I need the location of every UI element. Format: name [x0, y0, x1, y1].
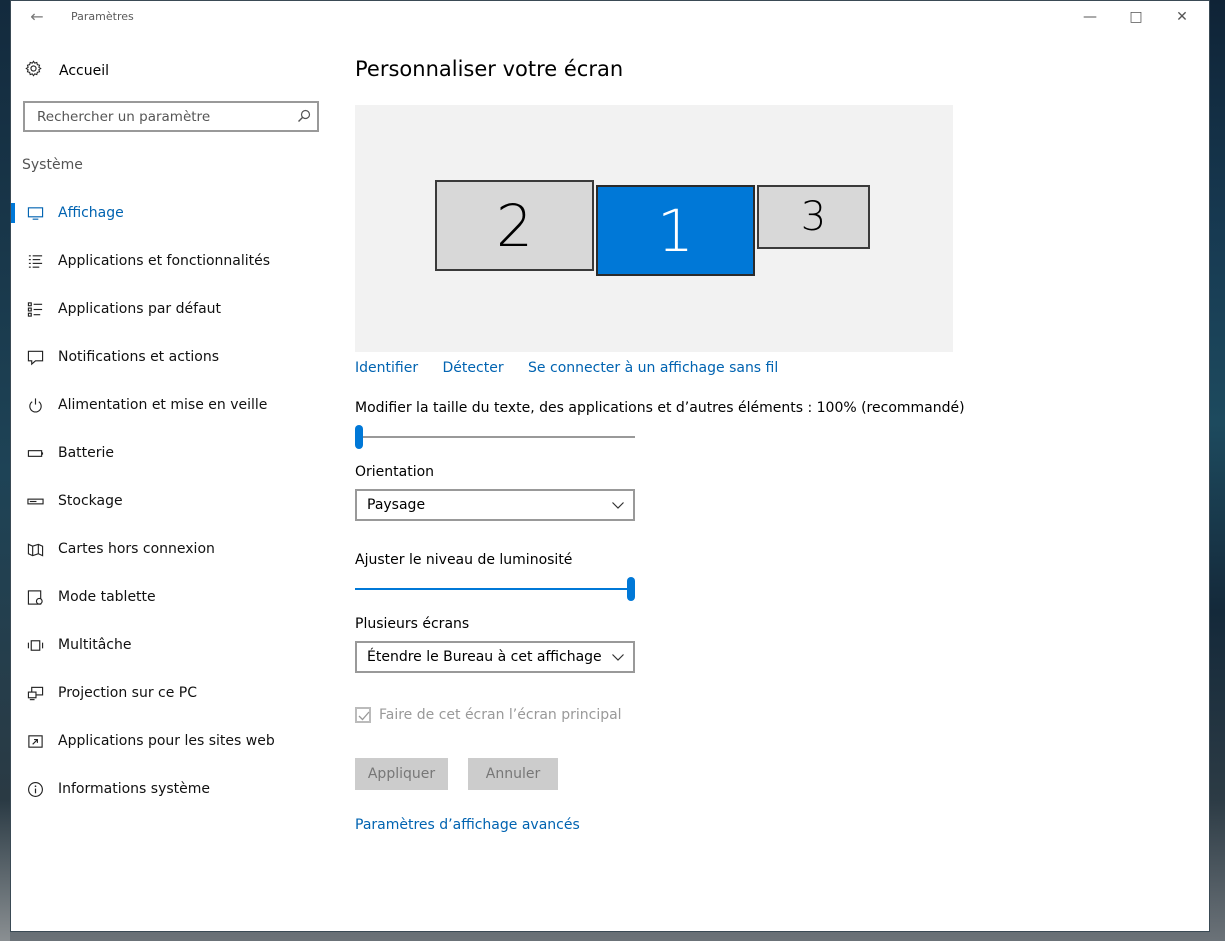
slider-track: [355, 436, 635, 438]
back-arrow-icon[interactable]: ←: [25, 7, 49, 27]
cancel-button[interactable]: Annuler: [468, 758, 558, 790]
sidebar-item-notifications[interactable]: Notifications et actions: [11, 333, 331, 381]
sidebar-item-web-apps[interactable]: Applications pour les sites web: [11, 717, 331, 765]
search-icon[interactable]: [297, 109, 311, 123]
sidebar-item-label: Mode tablette: [58, 589, 156, 605]
maximize-icon[interactable]: □: [1113, 1, 1159, 33]
scale-slider[interactable]: [355, 425, 635, 449]
map-icon: [26, 540, 44, 558]
sidebar-item-projection[interactable]: Projection sur ce PC: [11, 669, 331, 717]
orientation-value: Paysage: [367, 497, 426, 513]
desktop-background: [0, 0, 10, 941]
web-apps-icon: [26, 732, 44, 750]
sidebar-item-applications[interactable]: Applications et fonctionnalités: [11, 237, 331, 285]
orientation-select[interactable]: Paysage: [355, 489, 635, 521]
sidebar-item-label: Multitâche: [58, 637, 132, 653]
slider-thumb[interactable]: [627, 577, 635, 601]
advanced-display-settings-link[interactable]: Paramètres d’affichage avancés: [355, 817, 580, 833]
checkmark-icon: [358, 711, 370, 721]
monitor-icon: [26, 204, 44, 222]
sidebar-item-label: Batterie: [58, 445, 115, 461]
orientation-label: Orientation: [355, 464, 435, 480]
sidebar-nav: Affichage Applications et fonctionnalité…: [11, 189, 331, 813]
sidebar-item-tablet-mode[interactable]: Mode tablette: [11, 573, 331, 621]
apply-button[interactable]: Appliquer: [355, 758, 448, 790]
sidebar-item-offline-maps[interactable]: Cartes hors connexion: [11, 525, 331, 573]
notification-icon: [26, 348, 44, 366]
sidebar-item-label: Applications et fonctionnalités: [58, 253, 271, 269]
nav-home[interactable]: Accueil: [25, 59, 109, 83]
monitor-2[interactable]: 2: [435, 180, 594, 271]
search-box[interactable]: [23, 101, 319, 132]
chevron-down-icon: [612, 654, 624, 661]
settings-window: ← Paramètres — □ ✕ Accueil Système Affic…: [10, 0, 1210, 932]
scale-label: Modifier la taille du texte, des applica…: [355, 400, 965, 416]
multitask-icon: [26, 636, 44, 654]
section-title: Système: [22, 157, 83, 173]
tablet-icon: [26, 588, 44, 606]
slider-fill: [355, 588, 631, 590]
sidebar-item-power[interactable]: Alimentation et mise en veille: [11, 381, 331, 429]
monitor-3[interactable]: 3: [757, 185, 870, 249]
monitor-arrangement: 2 1 3: [355, 105, 953, 352]
multiple-displays-label: Plusieurs écrans: [355, 616, 470, 632]
monitor-1[interactable]: 1: [596, 185, 755, 276]
display-links: Identifier Détecter Se connecter à un af…: [355, 360, 798, 376]
chevron-down-icon: [612, 502, 624, 509]
sidebar-item-default-apps[interactable]: Applications par défaut: [11, 285, 331, 333]
primary-display-label: Faire de cet écran l’écran principal: [379, 707, 622, 723]
sidebar-item-label: Alimentation et mise en veille: [58, 397, 268, 413]
title-bar: ← Paramètres — □ ✕: [11, 1, 1209, 33]
storage-icon: [26, 492, 44, 510]
projection-icon: [26, 684, 44, 702]
app-list-icon: [26, 252, 44, 270]
multiple-displays-value: Étendre le Bureau à cet affichage: [367, 649, 602, 665]
close-icon[interactable]: ✕: [1159, 1, 1205, 33]
info-icon: [26, 780, 44, 798]
sidebar-item-affichage[interactable]: Affichage: [11, 189, 331, 237]
primary-display-option: Faire de cet écran l’écran principal: [355, 707, 622, 723]
sidebar-item-label: Informations système: [58, 781, 211, 797]
minimize-icon[interactable]: —: [1067, 1, 1113, 33]
sidebar-item-label: Affichage: [58, 205, 124, 221]
sidebar-item-label: Notifications et actions: [58, 349, 220, 365]
multiple-displays-select[interactable]: Étendre le Bureau à cet affichage: [355, 641, 635, 673]
wireless-display-link[interactable]: Se connecter à un affichage sans fil: [528, 360, 778, 376]
sidebar-item-label: Stockage: [58, 493, 123, 509]
sidebar-item-label: Cartes hors connexion: [58, 541, 215, 557]
nav-home-label: Accueil: [59, 63, 109, 79]
sidebar-item-battery[interactable]: Batterie: [11, 429, 331, 477]
gear-icon: [25, 60, 45, 82]
slider-thumb[interactable]: [355, 425, 363, 449]
window-title: Paramètres: [71, 10, 134, 23]
battery-icon: [26, 444, 44, 462]
primary-display-checkbox[interactable]: [355, 707, 371, 723]
sidebar-item-label: Projection sur ce PC: [58, 685, 198, 701]
sidebar-item-multitask[interactable]: Multitâche: [11, 621, 331, 669]
sidebar-item-storage[interactable]: Stockage: [11, 477, 331, 525]
power-icon: [26, 396, 44, 414]
sidebar-item-about[interactable]: Informations système: [11, 765, 331, 813]
search-input[interactable]: [35, 108, 289, 126]
brightness-label: Ajuster le niveau de luminosité: [355, 552, 573, 568]
sidebar-item-label: Applications pour les sites web: [58, 733, 275, 749]
sidebar-item-label: Applications par défaut: [58, 301, 222, 317]
default-apps-icon: [26, 300, 44, 318]
identify-link[interactable]: Identifier: [355, 360, 418, 376]
brightness-slider[interactable]: [355, 577, 635, 601]
detect-link[interactable]: Détecter: [443, 360, 504, 376]
page-title: Personnaliser votre écran: [355, 57, 624, 81]
